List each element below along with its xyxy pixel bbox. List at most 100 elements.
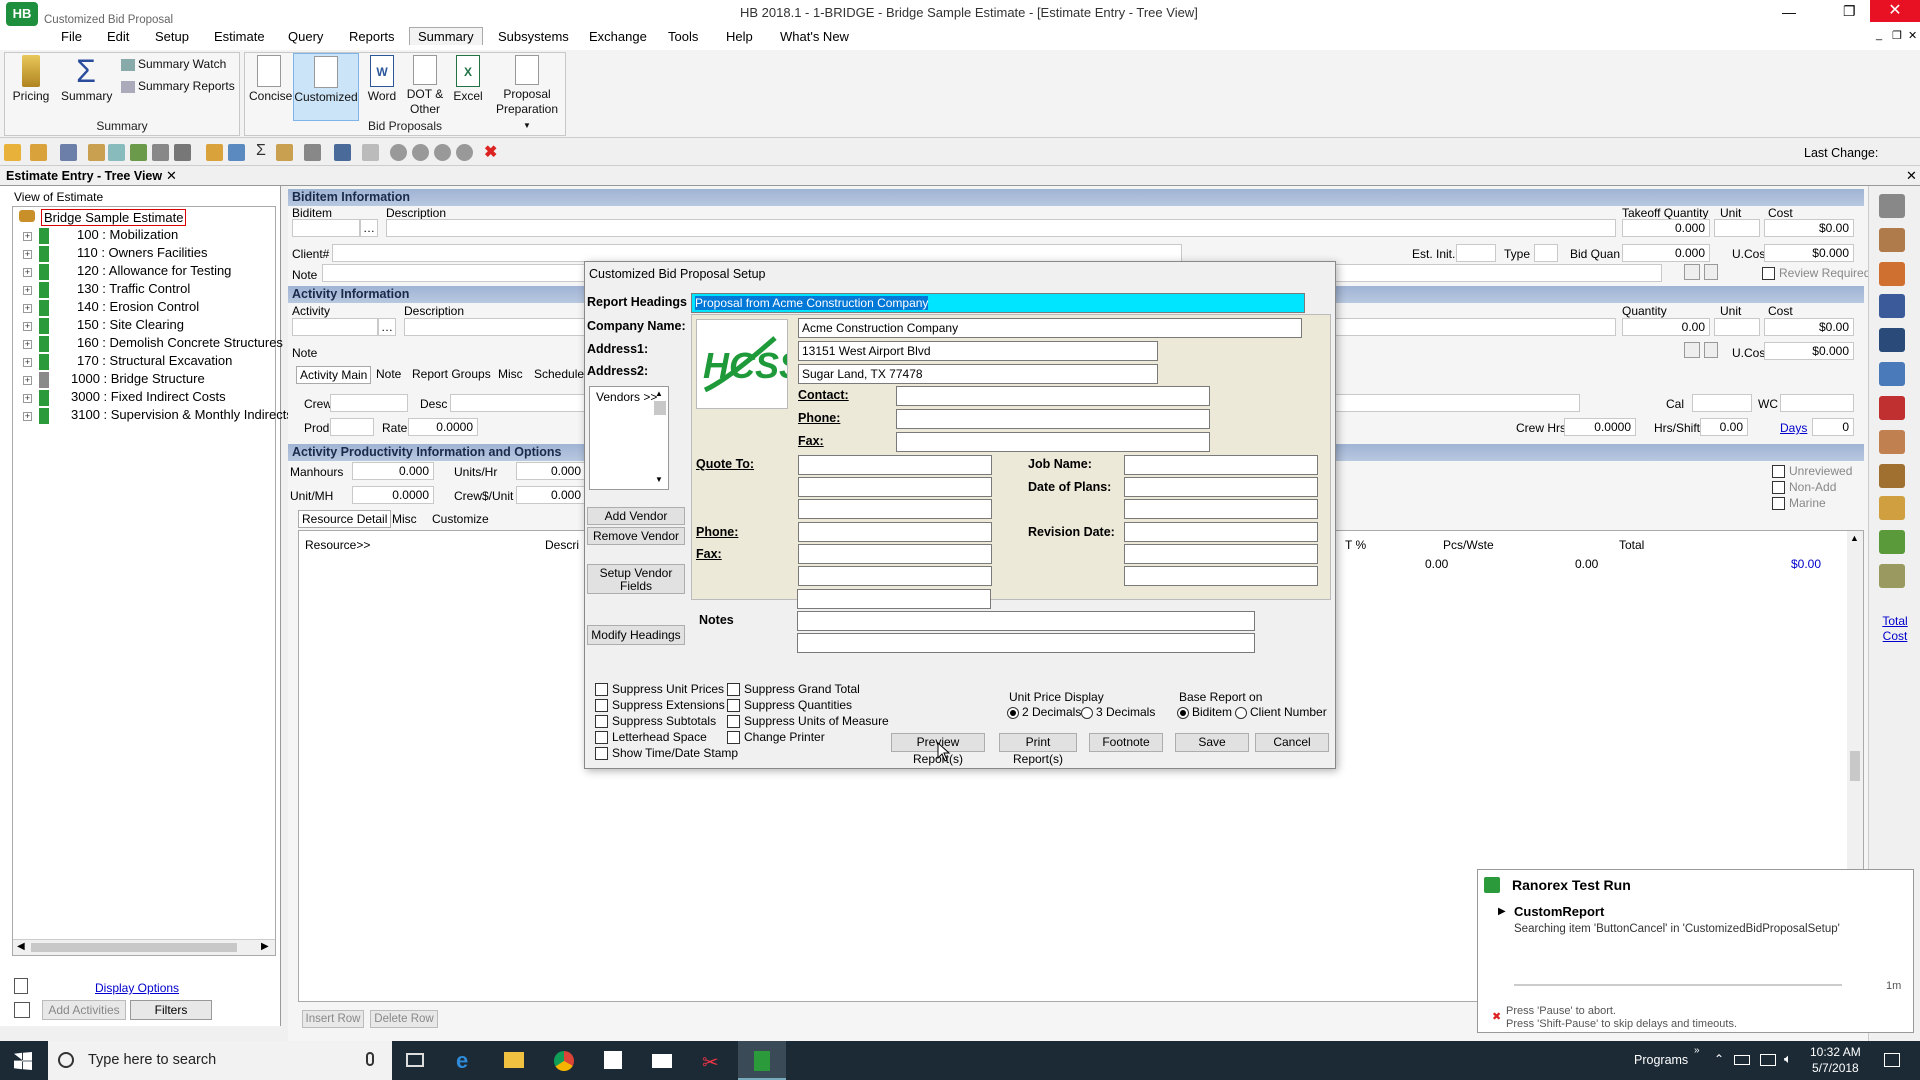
find-icon[interactable] [152, 144, 169, 161]
expand-icon[interactable]: + [23, 394, 32, 403]
footnote-button[interactable]: Footnote [1089, 733, 1163, 752]
activity-ucost-field[interactable]: $0.000 [1764, 342, 1854, 360]
report-headings-field[interactable]: Proposal from Acme Construction Company [691, 293, 1305, 313]
units-hr-field[interactable]: 0.000 [516, 462, 586, 480]
manhours-field[interactable]: 0.000 [352, 462, 434, 480]
chevron-icon[interactable]: » [1694, 1045, 1700, 1056]
crew-hrs-field[interactable]: 0.0000 [1564, 418, 1636, 436]
concise-button[interactable]: Concise [249, 55, 292, 103]
suppress-unit-prices-checkbox[interactable]: Suppress Unit Prices [595, 682, 724, 697]
pen-icon[interactable] [1879, 228, 1905, 252]
show-time-date-stamp-checkbox[interactable]: Show Time/Date Stamp [595, 746, 738, 761]
biditem-lookup-button[interactable]: … [360, 219, 378, 237]
job-name-field[interactable] [1124, 455, 1318, 475]
tools-icon[interactable] [174, 144, 191, 161]
letterhead-space-checkbox[interactable]: Letterhead Space [595, 730, 707, 745]
suppress-subtotals-checkbox[interactable]: Suppress Subtotals [595, 714, 716, 729]
address2-field[interactable]: Sugar Land, TX 77478 [798, 364, 1158, 384]
menu-tools[interactable]: Tools [668, 29, 698, 44]
scroll-up-icon[interactable]: ▲ [1850, 533, 1859, 543]
signature-icon[interactable] [1879, 564, 1905, 588]
quote-fax-field[interactable] [798, 544, 992, 564]
bid-quan-field[interactable]: 0.000 [1622, 244, 1710, 262]
two-decimals-radio[interactable]: 2 Decimals [1007, 705, 1081, 719]
filters-button[interactable]: Filters [130, 1000, 212, 1020]
quote-phone-link[interactable]: Phone: [696, 525, 738, 539]
print-icon[interactable] [304, 144, 321, 161]
menu-setup[interactable]: Setup [155, 29, 189, 44]
cost-field[interactable]: $0.00 [1764, 219, 1854, 237]
ucost-field[interactable]: $0.000 [1764, 244, 1854, 262]
clock-time[interactable]: 10:32 AM [1810, 1045, 1861, 1059]
description-field[interactable] [386, 219, 1616, 237]
quote-to-field-1[interactable] [798, 455, 992, 475]
equipment-icon[interactable] [1879, 464, 1905, 488]
activity-attach-icon[interactable] [1704, 342, 1718, 358]
expand-icon[interactable]: + [23, 304, 32, 313]
menu-summary[interactable]: Summary [409, 27, 483, 45]
transfer-icon[interactable] [228, 144, 245, 161]
tab-report-groups[interactable]: Report Groups [412, 367, 491, 381]
vendors-header[interactable]: Vendors >> [596, 390, 657, 404]
review-required-checkbox[interactable]: Review Required [1762, 266, 1870, 281]
attach-icon[interactable] [1704, 264, 1718, 280]
contact-link[interactable]: Contact: [798, 388, 849, 402]
tree-root[interactable]: Bridge Sample Estimate [41, 209, 187, 226]
activity-field[interactable] [292, 318, 378, 336]
panel-tab[interactable]: Estimate Entry - Tree View [6, 169, 162, 183]
tab-resource-misc[interactable]: Misc [392, 512, 417, 526]
vendors-scroll-thumb[interactable] [654, 401, 666, 415]
taskbar-search[interactable]: Type here to search [48, 1041, 392, 1080]
open-folder-icon[interactable] [4, 144, 21, 161]
notes-field-1[interactable] [797, 611, 1255, 631]
task-view-icon[interactable] [406, 1053, 424, 1067]
vendors-list[interactable]: Vendors >> ▲ ▼ [589, 386, 669, 490]
file-explorer-icon[interactable] [504, 1052, 524, 1068]
network-icon[interactable] [1760, 1054, 1776, 1066]
heavybid-taskbar-button[interactable] [738, 1041, 786, 1080]
copy-icon[interactable] [108, 144, 125, 161]
attach-icon[interactable] [88, 144, 105, 161]
revision-date-field[interactable] [1124, 522, 1318, 542]
rate-field[interactable]: 0.0000 [408, 418, 478, 436]
calculator-icon[interactable] [1879, 194, 1905, 218]
biditem-field[interactable] [292, 219, 360, 237]
activity-cost-field[interactable]: $0.00 [1764, 318, 1854, 336]
activity-unit-field[interactable] [1714, 318, 1760, 336]
close-window-button[interactable]: ✕ [1870, 0, 1920, 22]
compass-icon[interactable] [1879, 262, 1905, 286]
cal-field[interactable] [1692, 394, 1752, 412]
expand-icon[interactable]: + [23, 286, 32, 295]
takeoff-qty-field[interactable]: 0.000 [1622, 219, 1710, 237]
marine-checkbox[interactable]: Marine [1772, 496, 1826, 511]
notes-field-2[interactable] [797, 633, 1255, 653]
base-client-number-radio[interactable]: Client Number [1235, 705, 1327, 719]
delete-row-button[interactable]: Delete Row [370, 1010, 438, 1028]
revision-extra-field-2[interactable] [1124, 566, 1318, 586]
col-resource[interactable]: Resource>> [305, 538, 370, 552]
menu-subsystems[interactable]: Subsystems [498, 29, 569, 44]
activity-lookup-button[interactable]: … [378, 318, 396, 336]
folder-icon[interactable] [30, 144, 47, 161]
menu-reports[interactable]: Reports [349, 29, 395, 44]
report-icon[interactable] [1879, 362, 1905, 386]
days-link[interactable]: Days [1780, 421, 1807, 435]
base-biditem-radio[interactable]: Biditem [1177, 705, 1232, 719]
restore-icon[interactable]: ❐ [1843, 3, 1856, 20]
expand-icon[interactable]: + [23, 340, 32, 349]
summary-reports-button[interactable]: Summary Reports [121, 79, 235, 93]
suppress-grand-total-checkbox[interactable]: Suppress Grand Total [727, 682, 860, 697]
panel-close-icon[interactable]: ✕ [166, 168, 177, 184]
company-name-field[interactable]: Acme Construction Company [798, 318, 1302, 338]
notes-extra-field[interactable] [797, 589, 991, 609]
sigma-icon[interactable]: Σ [256, 142, 273, 159]
quote-to-field-2[interactable] [798, 477, 992, 497]
total-cost-link[interactable]: Total Cost [1877, 614, 1913, 644]
vendors-scroll-down-icon[interactable]: ▼ [655, 475, 663, 484]
expand-icon[interactable]: + [23, 322, 32, 331]
nav-next-icon[interactable] [434, 144, 451, 161]
prod-field[interactable] [330, 418, 374, 436]
date-of-plans-field[interactable] [1124, 477, 1318, 497]
mdi-minimize-icon[interactable]: _ [1876, 29, 1882, 41]
pricing-button[interactable]: Pricing [11, 55, 51, 103]
